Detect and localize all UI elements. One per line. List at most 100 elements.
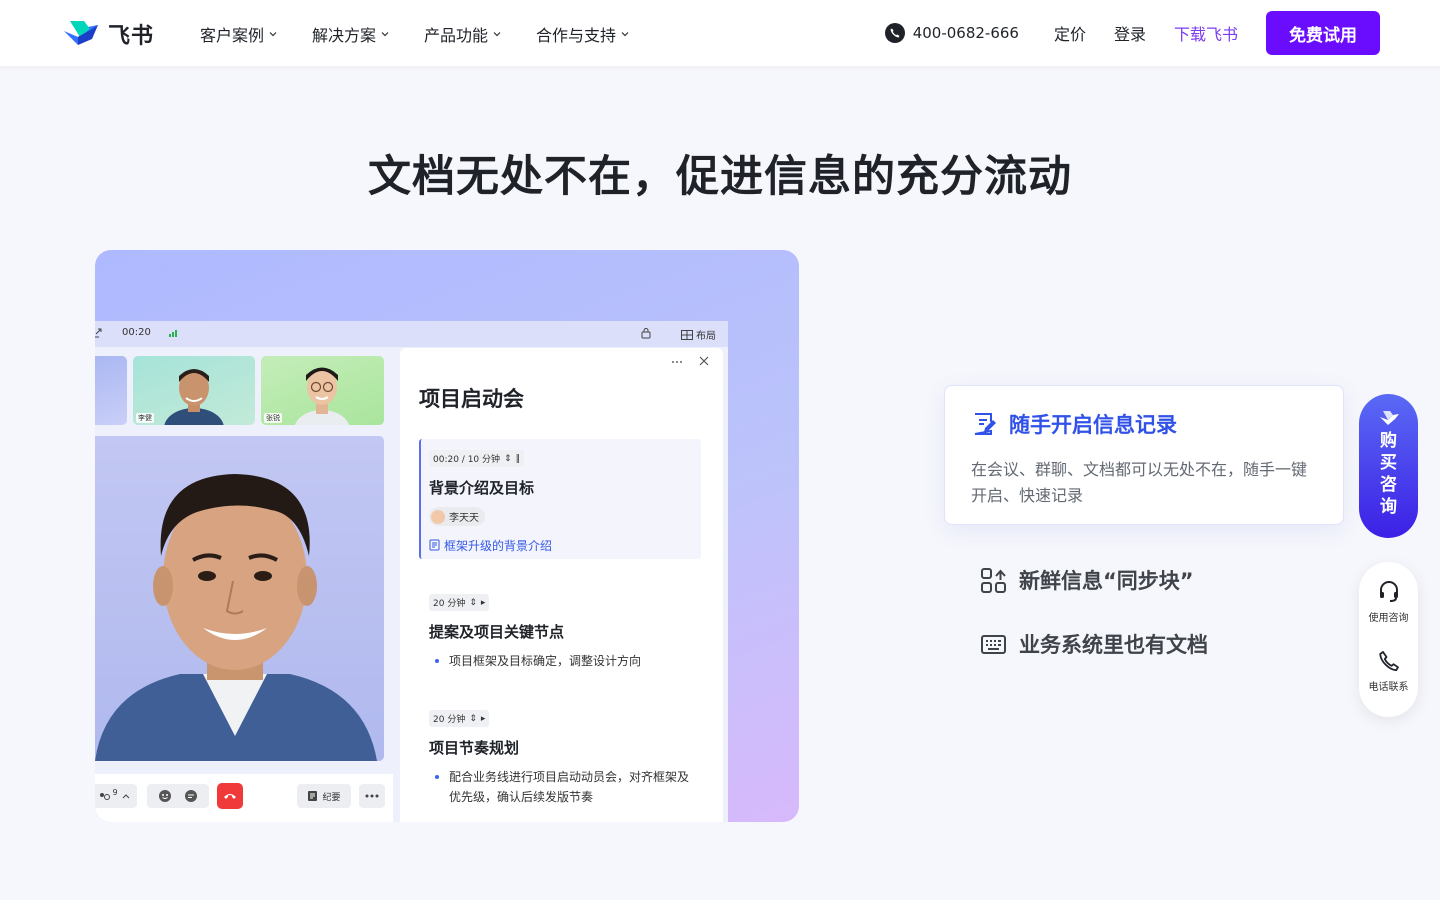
layout-label: 布局 [696,331,716,342]
doc-link-text: 框架升级的背景介绍 [444,538,553,553]
product-showcase: 00:20 布局 李健 张锐 9 纪要 项目启动会 00:20 / 10 分钟 … [95,250,799,822]
logo-text: 飞书 [108,24,155,49]
support-widget: 使用咨询 电话联系 [1359,562,1418,717]
keyboard-doc-icon [981,634,1006,654]
active-speaker-video[interactable] [95,436,384,761]
notes-icon [308,791,318,801]
main-nav: 客户案例 解决方案 产品功能 合作与支持 [200,22,664,46]
phone-contact-label: 电话联系 [1368,682,1409,693]
agenda-timer[interactable]: 00:20 / 10 分钟 ⇕ ‖ [429,450,525,467]
agenda-title: 提案及项目关键节点 [429,623,565,641]
nav-partnership-support[interactable]: 合作与支持 [536,22,630,46]
agenda-title: 项目节奏规划 [429,739,520,757]
feishu-bird-icon [1379,411,1399,425]
phone-contact-button[interactable]: 电话联系 [1359,649,1418,693]
play-icon: ▸ [480,597,486,608]
meeting-toolbar: 00:20 布局 [95,321,728,347]
nav-label: 合作与支持 [536,26,617,45]
header-actions: 400-0682-666 定价 登录 下载飞书 免费试用 [884,11,1380,55]
usage-consult-button[interactable]: 使用咨询 [1359,580,1418,624]
share-icon [95,328,102,338]
participant-tile[interactable]: 李健 [133,356,255,425]
agenda-bullet: 项目框架及目标确定，调整设计方向 [429,651,701,671]
signal-icon [169,330,178,337]
agenda-time: 00:20 / 10 分钟 [433,455,501,465]
sort-icon: ⇕ [469,597,477,608]
feature-title: 随手开启信息记录 [1009,413,1177,437]
grid-layout-icon [681,329,693,340]
agenda-time: 20 分钟 [433,715,466,725]
feature-card-active[interactable]: 随手开启信息记录 在会议、群聊、文档都可以无处不在，随手一键开启、快速记录 [944,385,1344,525]
minutes-title: 项目启动会 [419,387,524,411]
feature-item-business-docs[interactable]: 业务系统里也有文档 [980,629,1208,659]
notes-button[interactable]: 纪要 [297,784,351,808]
lock-icon[interactable] [640,327,652,339]
agenda-time: 20 分钟 [433,599,466,609]
sort-icon: ⇕ [504,453,512,464]
chevron-down-icon [269,32,277,37]
more-horizontal-icon [365,794,379,798]
sync-block-icon [981,567,1006,593]
layout-button[interactable]: 布局 [681,327,716,342]
edit-note-icon [974,413,996,435]
nav-label: 产品功能 [424,26,489,45]
hotline[interactable]: 400-0682-666 [884,23,1019,43]
reactions-group [147,784,209,808]
participant-count: 9 [112,787,118,797]
download-link[interactable]: 下载飞书 [1174,21,1238,45]
free-trial-button[interactable]: 免费试用 [1266,11,1380,55]
meeting-window: 00:20 布局 李健 张锐 9 纪要 项目启动会 00:20 / 10 分钟 … [95,321,728,822]
chevron-down-icon [621,32,629,37]
hotline-number: 400-0682-666 [912,24,1019,42]
usage-consult-label: 使用咨询 [1368,613,1409,624]
nav-product-features[interactable]: 产品功能 [424,22,502,46]
people-icon [100,793,111,800]
nav-customer-cases[interactable]: 客户案例 [200,22,278,46]
sort-icon: ⇕ [469,713,477,724]
agenda-title: 背景介绍及目标 [429,479,535,497]
chevron-down-icon [381,32,389,37]
meeting-timer: 00:20 [122,327,151,338]
notes-label: 纪要 [322,792,341,803]
agenda-item[interactable]: 20 分钟 ⇕ ▸ 项目节奏规划 配合业务线进行项目启动动员会，对齐框架及优先级… [419,707,691,807]
headset-icon [1379,581,1398,602]
participants-button[interactable]: 9 [95,784,137,808]
emoji-icon[interactable] [158,789,172,803]
login-link[interactable]: 登录 [1114,21,1146,45]
chevron-down-icon [493,32,501,37]
feature-heading: 随手开启信息记录 [971,409,1177,439]
hang-up-button[interactable] [217,783,243,809]
feature-label: 新鲜信息“同步块” [1019,569,1194,593]
participant-tile[interactable] [95,356,127,425]
doc-link[interactable]: 框架升级的背景介绍 [429,537,693,554]
buy-consult-button[interactable]: 购买咨询 [1359,394,1418,538]
feature-description: 在会议、群聊、文档都可以无处不在，随手一键开启、快速记录 [971,460,1308,505]
more-horizontal-icon[interactable] [671,360,683,364]
participant-name: 李健 [136,413,154,423]
phone-icon [884,23,905,43]
nav-solutions[interactable]: 解决方案 [312,22,390,46]
agenda-bullet: 配合业务线进行项目启动动员会，对齐框架及优先级，确认后续发版节奏 [429,767,691,807]
speaker-portrait [95,474,377,761]
agenda-owner[interactable]: 李天天 [429,507,485,526]
meeting-minutes-panel: 项目启动会 00:20 / 10 分钟 ⇕ ‖ 背景介绍及目标 李天天 框架升级… [400,348,723,822]
agenda-item[interactable]: 20 分钟 ⇕ ▸ 提案及项目关键节点 项目框架及目标确定，调整设计方向 [419,591,701,671]
nav-label: 客户案例 [200,26,265,45]
agenda-timer[interactable]: 20 分钟 ⇕ ▸ [429,710,490,727]
agenda-item-active[interactable]: 00:20 / 10 分钟 ⇕ ‖ 背景介绍及目标 李天天 框架升级的背景介绍 [419,439,701,559]
more-options-button[interactable] [359,784,385,808]
owner-name: 李天天 [449,513,479,524]
buy-consult-label: 购买咨询 [1380,431,1397,517]
chat-icon[interactable] [184,789,198,803]
top-nav-bar: 飞书 客户案例 解决方案 产品功能 合作与支持 400-0682-666 定价 … [0,0,1440,66]
feishu-logo[interactable]: 飞书 [62,18,154,50]
close-icon[interactable] [699,356,709,366]
play-icon: ▸ [480,713,486,724]
agenda-timer[interactable]: 20 分钟 ⇕ ▸ [429,594,490,611]
hang-up-icon [224,794,236,799]
pricing-link[interactable]: 定价 [1054,21,1086,45]
participant-tile[interactable]: 张锐 [261,356,384,425]
feishu-logo-icon [64,21,98,45]
feature-item-sync-block[interactable]: 新鲜信息“同步块” [980,565,1194,595]
document-icon [429,539,440,551]
